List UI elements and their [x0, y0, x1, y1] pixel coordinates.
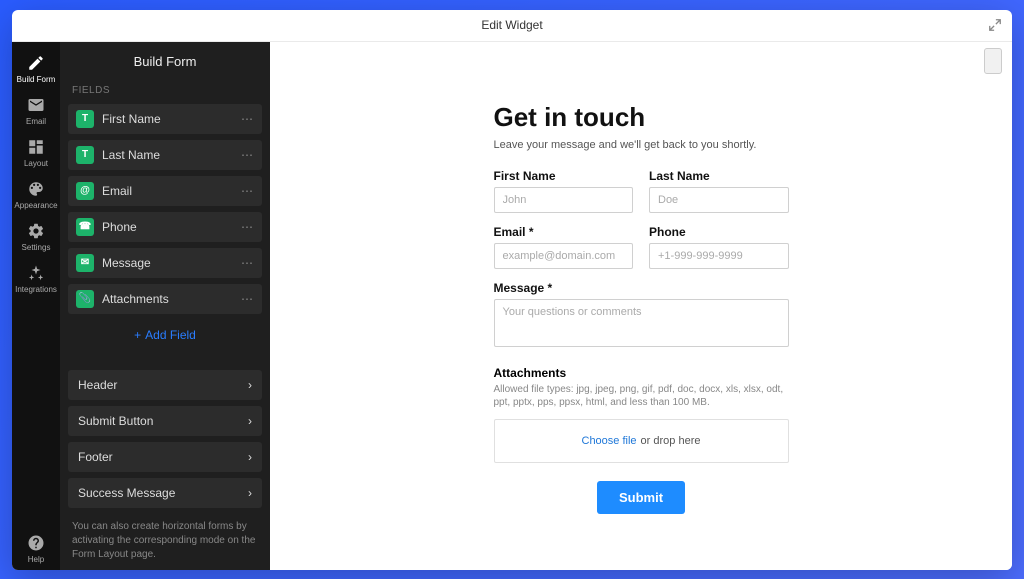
section-header[interactable]: Header › [68, 370, 262, 400]
field-message[interactable]: ✉ Message ⋯ [68, 248, 262, 278]
rail-integrations[interactable]: Integrations [12, 258, 60, 300]
plus-icon: + [134, 328, 141, 342]
message-label: Message * [494, 281, 789, 295]
chevron-right-icon: › [248, 486, 252, 500]
rail-label: Settings [22, 243, 51, 252]
more-icon[interactable]: ⋯ [241, 148, 254, 162]
field-label: Phone [102, 220, 241, 234]
field-label: Last Name [102, 148, 241, 162]
field-label: Message [102, 256, 241, 270]
rail-label: Build Form [17, 75, 56, 84]
rail-label: Email [26, 117, 46, 126]
message-input[interactable] [494, 299, 789, 347]
editor-body: Build Form Email Layout Appearance Setti… [12, 42, 1012, 570]
field-list: T First Name ⋯ T Last Name ⋯ @ Email ⋯ ☎… [60, 100, 270, 354]
section-submit-button[interactable]: Submit Button › [68, 406, 262, 436]
more-icon[interactable]: ⋯ [241, 220, 254, 234]
fields-heading: FIELDS [60, 81, 270, 100]
field-label: Email [102, 184, 241, 198]
section-success-message[interactable]: Success Message › [68, 478, 262, 508]
rail-label: Help [28, 555, 44, 564]
more-icon[interactable]: ⋯ [241, 256, 254, 270]
phone-input[interactable] [649, 243, 789, 269]
phone-label: Phone [649, 225, 789, 239]
text-icon: T [76, 146, 94, 164]
phone-icon: ☎ [76, 218, 94, 236]
section-label: Success Message [78, 486, 175, 500]
preview-panel: Get in touch Leave your message and we'l… [270, 42, 1012, 570]
field-label: First Name [102, 112, 241, 126]
first-name-label: First Name [494, 169, 634, 183]
email-input[interactable] [494, 243, 634, 269]
field-email[interactable]: @ Email ⋯ [68, 176, 262, 206]
field-label: Attachments [102, 292, 241, 306]
attachments-help: Allowed file types: jpg, jpeg, png, gif,… [494, 383, 789, 409]
rail-appearance[interactable]: Appearance [12, 174, 60, 216]
attachment-icon: 📎 [76, 290, 94, 308]
sidebar: Build Form FIELDS T First Name ⋯ T Last … [60, 42, 270, 570]
submit-button[interactable]: Submit [597, 481, 685, 514]
sidebar-hint: You can also create horizontal forms by … [60, 514, 270, 562]
email-label: Email * [494, 225, 634, 239]
form-subtitle: Leave your message and we'll get back to… [494, 139, 789, 151]
titlebar: Edit Widget [12, 10, 1012, 42]
add-field-button[interactable]: + Add Field [68, 320, 262, 346]
email-icon: @ [76, 182, 94, 200]
first-name-input[interactable] [494, 187, 634, 213]
last-name-label: Last Name [649, 169, 789, 183]
section-list: Header › Submit Button › Footer › Succes… [60, 364, 270, 514]
attachments-label: Attachments [494, 366, 789, 380]
editor-window: Edit Widget Build Form Email Layout Appe… [12, 10, 1012, 570]
message-icon: ✉ [76, 254, 94, 272]
expand-icon[interactable] [988, 18, 1002, 32]
rail-label: Layout [24, 159, 48, 168]
device-toggle[interactable] [984, 48, 1002, 74]
field-first-name[interactable]: T First Name ⋯ [68, 104, 262, 134]
chevron-right-icon: › [248, 450, 252, 464]
section-label: Footer [78, 450, 113, 464]
field-phone[interactable]: ☎ Phone ⋯ [68, 212, 262, 242]
window-title: Edit Widget [481, 18, 542, 32]
form-title: Get in touch [494, 102, 789, 133]
rail-label: Integrations [15, 285, 57, 294]
chevron-right-icon: › [248, 378, 252, 392]
section-label: Submit Button [78, 414, 153, 428]
add-field-label: Add Field [145, 328, 196, 342]
attachments-dropzone[interactable]: Choose file or drop here [494, 419, 789, 463]
section-footer[interactable]: Footer › [68, 442, 262, 472]
nav-rail: Build Form Email Layout Appearance Setti… [12, 42, 60, 570]
field-last-name[interactable]: T Last Name ⋯ [68, 140, 262, 170]
text-icon: T [76, 110, 94, 128]
drop-here-text: or drop here [641, 435, 701, 447]
rail-build-form[interactable]: Build Form [12, 48, 60, 90]
last-name-input[interactable] [649, 187, 789, 213]
form-preview: Get in touch Leave your message and we'l… [494, 102, 789, 514]
sidebar-title: Build Form [60, 42, 270, 81]
more-icon[interactable]: ⋯ [241, 112, 254, 126]
rail-layout[interactable]: Layout [12, 132, 60, 174]
field-attachments[interactable]: 📎 Attachments ⋯ [68, 284, 262, 314]
rail-help[interactable]: Help [12, 528, 60, 570]
more-icon[interactable]: ⋯ [241, 184, 254, 198]
rail-label: Appearance [14, 201, 57, 210]
more-icon[interactable]: ⋯ [241, 292, 254, 306]
section-label: Header [78, 378, 117, 392]
rail-settings[interactable]: Settings [12, 216, 60, 258]
choose-file-link[interactable]: Choose file [582, 435, 637, 447]
rail-email[interactable]: Email [12, 90, 60, 132]
chevron-right-icon: › [248, 414, 252, 428]
